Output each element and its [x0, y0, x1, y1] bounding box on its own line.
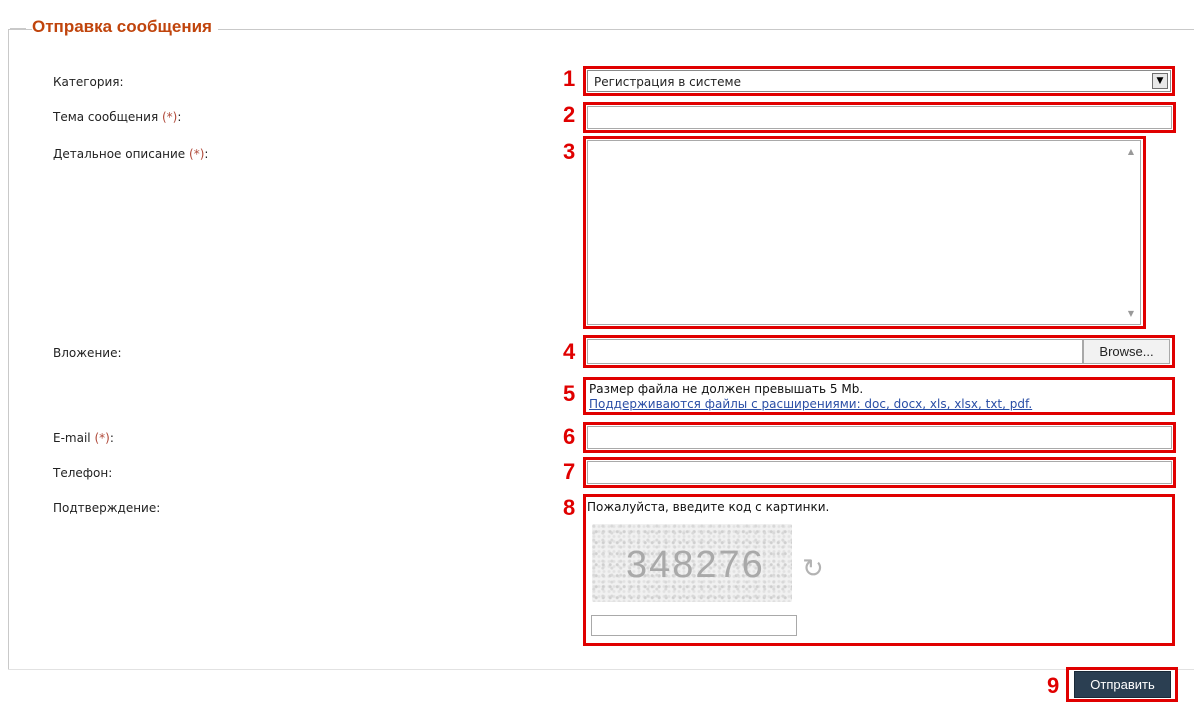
- scroll-up-icon[interactable]: ▲: [1128, 147, 1134, 156]
- annotation-number-4: 4: [563, 339, 576, 364]
- category-select[interactable]: Регистрация в системе ▼: [587, 70, 1171, 92]
- annotation-number-6: 6: [563, 424, 576, 449]
- browse-button[interactable]: Browse...: [1083, 339, 1170, 364]
- attachment-path-input[interactable]: [587, 339, 1083, 364]
- footer-divider: [8, 669, 1194, 670]
- annotation-number-7: 7: [563, 459, 576, 484]
- annotation-number-3: 3: [563, 139, 576, 164]
- category-label: Категория:: [53, 75, 124, 89]
- confirm-label: Подтверждение:: [53, 501, 161, 515]
- required-mark: (*): [94, 431, 110, 445]
- annotation-number-2: 2: [563, 102, 576, 127]
- phone-label: Телефон:: [53, 466, 113, 480]
- scroll-down-icon[interactable]: ▼: [1128, 309, 1134, 318]
- annotation-number-8: 8: [563, 495, 576, 520]
- description-label: Детальное описание (*):: [53, 147, 209, 161]
- email-label: E-mail (*):: [53, 431, 114, 445]
- required-mark: (*): [161, 110, 178, 124]
- subject-input[interactable]: [587, 106, 1172, 129]
- legend-divider: [10, 28, 26, 29]
- email-field[interactable]: [587, 426, 1172, 449]
- attachment-label: Вложение:: [53, 346, 122, 360]
- chevron-down-icon[interactable]: ▼: [1152, 73, 1168, 89]
- captcha-code-text: 348276: [626, 544, 765, 586]
- captcha-prompt: Пожалуйста, введите код с картинки.: [587, 500, 830, 514]
- phone-field[interactable]: [587, 461, 1172, 484]
- annotation-number-9: 9: [1047, 673, 1060, 698]
- form-legend: Отправка сообщения: [32, 17, 218, 37]
- annotation-number-5: 5: [563, 381, 576, 406]
- file-types-link[interactable]: Поддерживаются файлы с расширениями: doc…: [589, 397, 1032, 411]
- category-select-value: Регистрация в системе: [594, 75, 741, 89]
- captcha-input[interactable]: [591, 615, 797, 636]
- submit-button[interactable]: Отправить: [1074, 671, 1171, 698]
- file-size-note: Размер файла не должен превышать 5 Mb.: [589, 382, 864, 396]
- description-textarea[interactable]: ▲ ▼: [587, 140, 1141, 325]
- annotation-number-1: 1: [563, 66, 576, 91]
- subject-label: Тема сообщения (*):: [53, 110, 182, 124]
- required-mark: (*): [189, 147, 205, 161]
- refresh-icon[interactable]: ↻: [802, 556, 824, 582]
